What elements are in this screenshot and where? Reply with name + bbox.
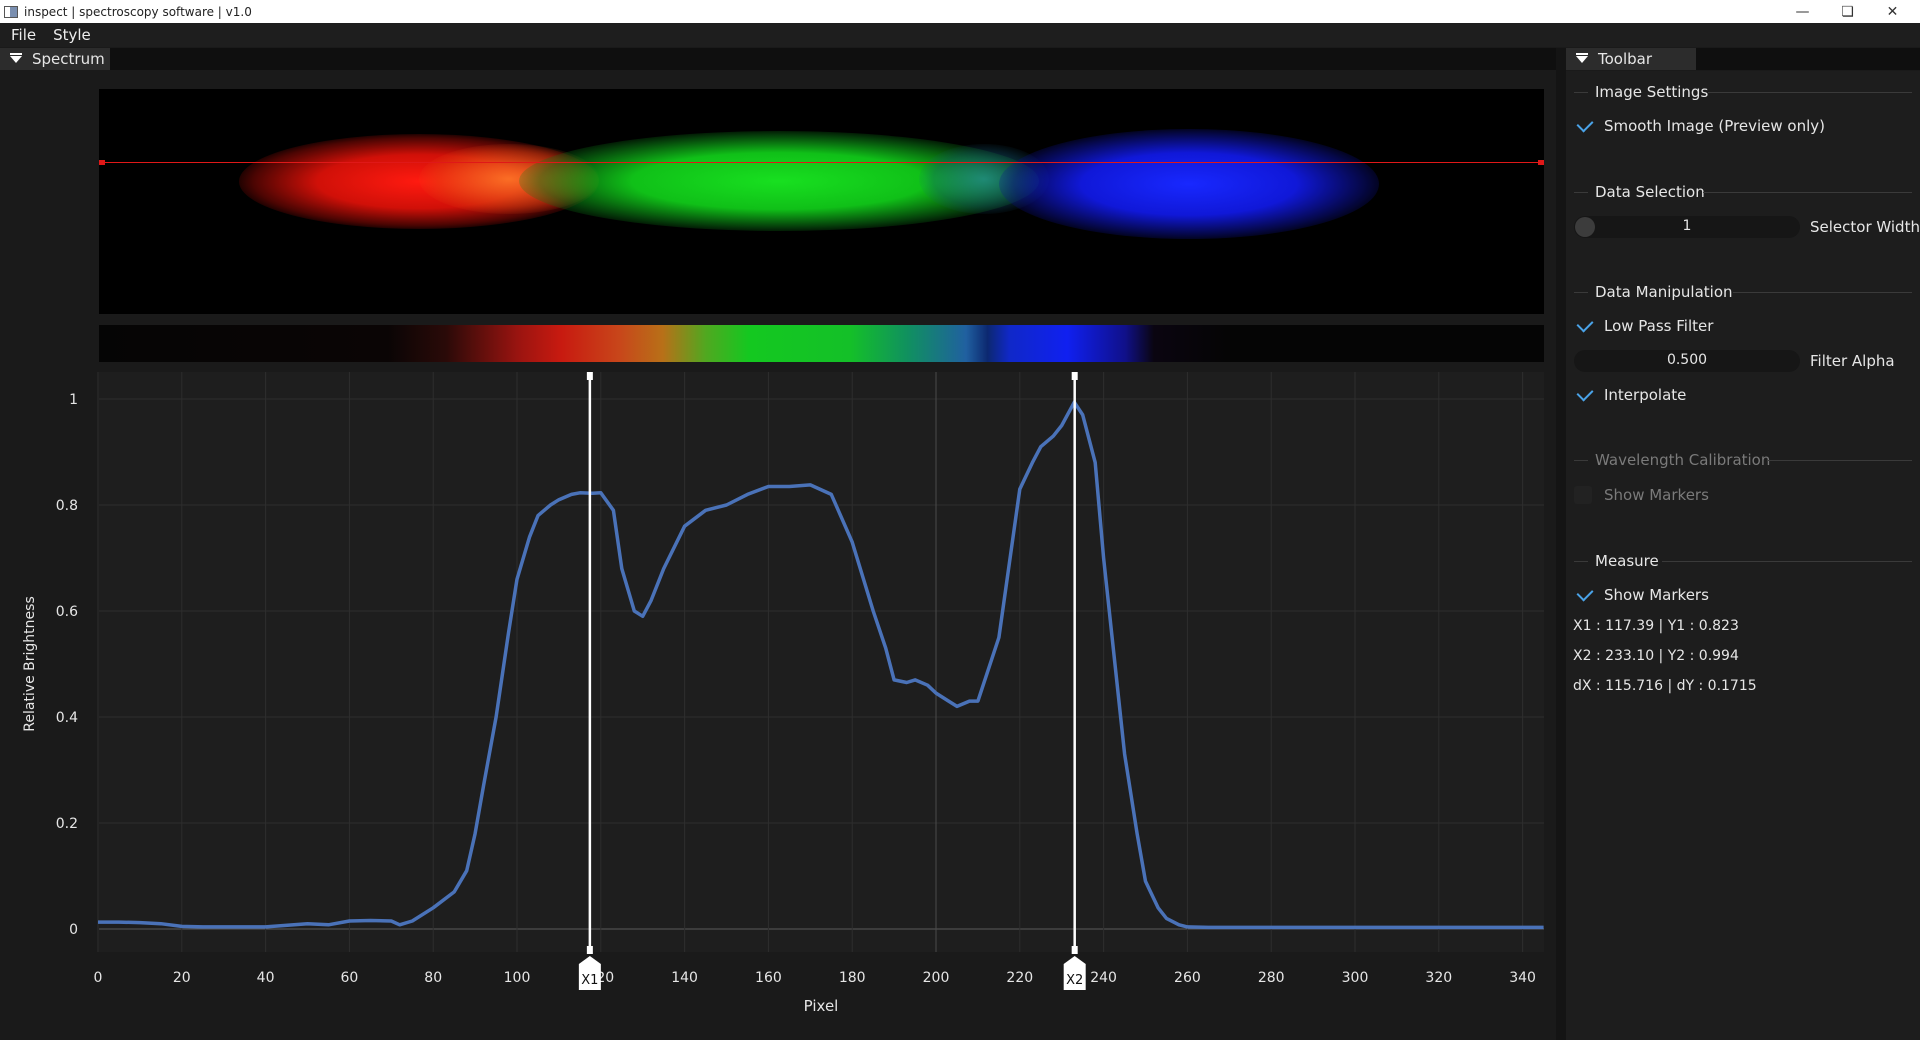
x-tick-label: 240 [1090, 970, 1117, 986]
collapse-triangle-icon[interactable] [10, 52, 22, 63]
selector-handle-right[interactable] [1538, 160, 1544, 165]
restore-icon[interactable]: ❏ [1825, 0, 1870, 23]
section-wavelength-calibration: Wavelength Calibration [1595, 451, 1771, 469]
x-tick-label: 180 [839, 970, 866, 986]
low-pass-filter-label: Low Pass Filter [1604, 317, 1714, 335]
window-title: inspect | spectroscopy software | v1.0 [24, 4, 252, 19]
selector-line[interactable] [99, 162, 1544, 163]
toolbar-panel-header[interactable]: Toolbar [1566, 48, 1696, 70]
x-tick-label: 40 [257, 970, 275, 986]
x-tick-label: 280 [1258, 970, 1285, 986]
spectrum-panel-title: Spectrum [32, 50, 105, 68]
y-tick-label: 0.6 [56, 604, 78, 620]
measure-show-markers-checkbox[interactable]: Show Markers [1574, 584, 1709, 604]
x-tick-label: 260 [1174, 970, 1201, 986]
filter-alpha-slider[interactable]: 0.500 [1574, 350, 1800, 372]
collapse-triangle-icon[interactable] [1576, 52, 1588, 63]
x-tick-label: 0 [94, 970, 103, 986]
measure-readout-delta: dX : 115.716 | dY : 0.1715 [1573, 678, 1757, 694]
x-tick-label: 320 [1425, 970, 1452, 986]
section-measure: Measure [1595, 552, 1659, 570]
x-tick-label: 160 [755, 970, 782, 986]
x-tick-label: 140 [671, 970, 698, 986]
toolbar-panel-title: Toolbar [1598, 50, 1653, 68]
interpolate-checkbox[interactable]: Interpolate [1574, 384, 1687, 404]
x-tick-label: 100 [504, 970, 531, 986]
checkmark-icon [1576, 584, 1594, 602]
close-icon[interactable]: ✕ [1870, 0, 1915, 23]
smooth-image-checkbox[interactable]: Smooth Image (Preview only) [1574, 115, 1825, 135]
marker-top-handle[interactable] [586, 372, 593, 380]
y-tick-label: 0.2 [56, 816, 78, 832]
marker-bottom-handle[interactable] [1071, 946, 1078, 954]
selector-width-slider[interactable]: 1 [1574, 216, 1800, 238]
spectrum-panel-header[interactable]: Spectrum [0, 48, 110, 70]
smooth-image-label: Smooth Image (Preview only) [1604, 117, 1825, 135]
checkmark-icon [1576, 115, 1594, 133]
marker-label: X1 [581, 973, 598, 988]
y-axis-label: Relative Brightness [22, 596, 38, 731]
x-tick-label: 300 [1342, 970, 1369, 986]
app-icon [4, 5, 18, 18]
calibration-show-markers-label: Show Markers [1604, 486, 1709, 504]
x-tick-label: 80 [424, 970, 442, 986]
spectrum-color-strip [99, 325, 1544, 362]
y-tick-label: 0.8 [56, 498, 78, 514]
marker-bottom-handle[interactable] [586, 946, 593, 954]
section-image-settings: Image Settings [1595, 83, 1709, 101]
menu-bar: File Style [0, 23, 1920, 47]
minimize-icon[interactable]: — [1780, 0, 1825, 23]
title-bar: inspect | spectroscopy software | v1.0 —… [0, 0, 1920, 23]
checkmark-icon [1576, 315, 1594, 333]
measure-readout-x2: X2 : 233.10 | Y2 : 0.994 [1573, 648, 1739, 664]
x-tick-label: 220 [1006, 970, 1033, 986]
measure-readout-x1: X1 : 117.39 | Y1 : 0.823 [1573, 618, 1739, 634]
calibration-show-markers-checkbox[interactable]: Show Markers [1574, 486, 1709, 504]
checkmark-icon [1576, 384, 1594, 402]
selector-width-label: Selector Width [1810, 218, 1920, 236]
x-axis-label: Pixel [804, 997, 839, 1015]
selector-handle-left[interactable] [99, 160, 105, 165]
menu-file[interactable]: File [5, 26, 42, 44]
filter-alpha-value: 0.500 [1666, 352, 1708, 368]
y-tick-label: 0.4 [56, 710, 78, 726]
x-tick-label: 60 [340, 970, 358, 986]
interpolate-label: Interpolate [1604, 386, 1687, 404]
x-tick-label: 200 [923, 970, 950, 986]
x-tick-label: 340 [1509, 970, 1536, 986]
y-tick-label: 0 [69, 922, 78, 938]
marker-label: X2 [1066, 973, 1083, 988]
section-data-selection: Data Selection [1595, 183, 1705, 201]
menu-style[interactable]: Style [47, 26, 97, 44]
spectrum-chart[interactable]: 00.20.40.60.81 0204060801001201401601802… [0, 360, 1560, 1040]
y-tick-label: 1 [69, 392, 78, 408]
measure-show-markers-label: Show Markers [1604, 586, 1709, 604]
marker-top-handle[interactable] [1071, 372, 1078, 380]
low-pass-filter-checkbox[interactable]: Low Pass Filter [1574, 315, 1714, 335]
spectrum-image[interactable] [99, 89, 1544, 314]
section-data-manipulation: Data Manipulation [1595, 283, 1733, 301]
panel-divider[interactable] [1556, 48, 1566, 1040]
checkbox-box [1574, 486, 1592, 504]
filter-alpha-label: Filter Alpha [1810, 352, 1895, 370]
x-tick-label: 20 [173, 970, 191, 986]
selector-width-value: 1 [1682, 218, 1692, 234]
